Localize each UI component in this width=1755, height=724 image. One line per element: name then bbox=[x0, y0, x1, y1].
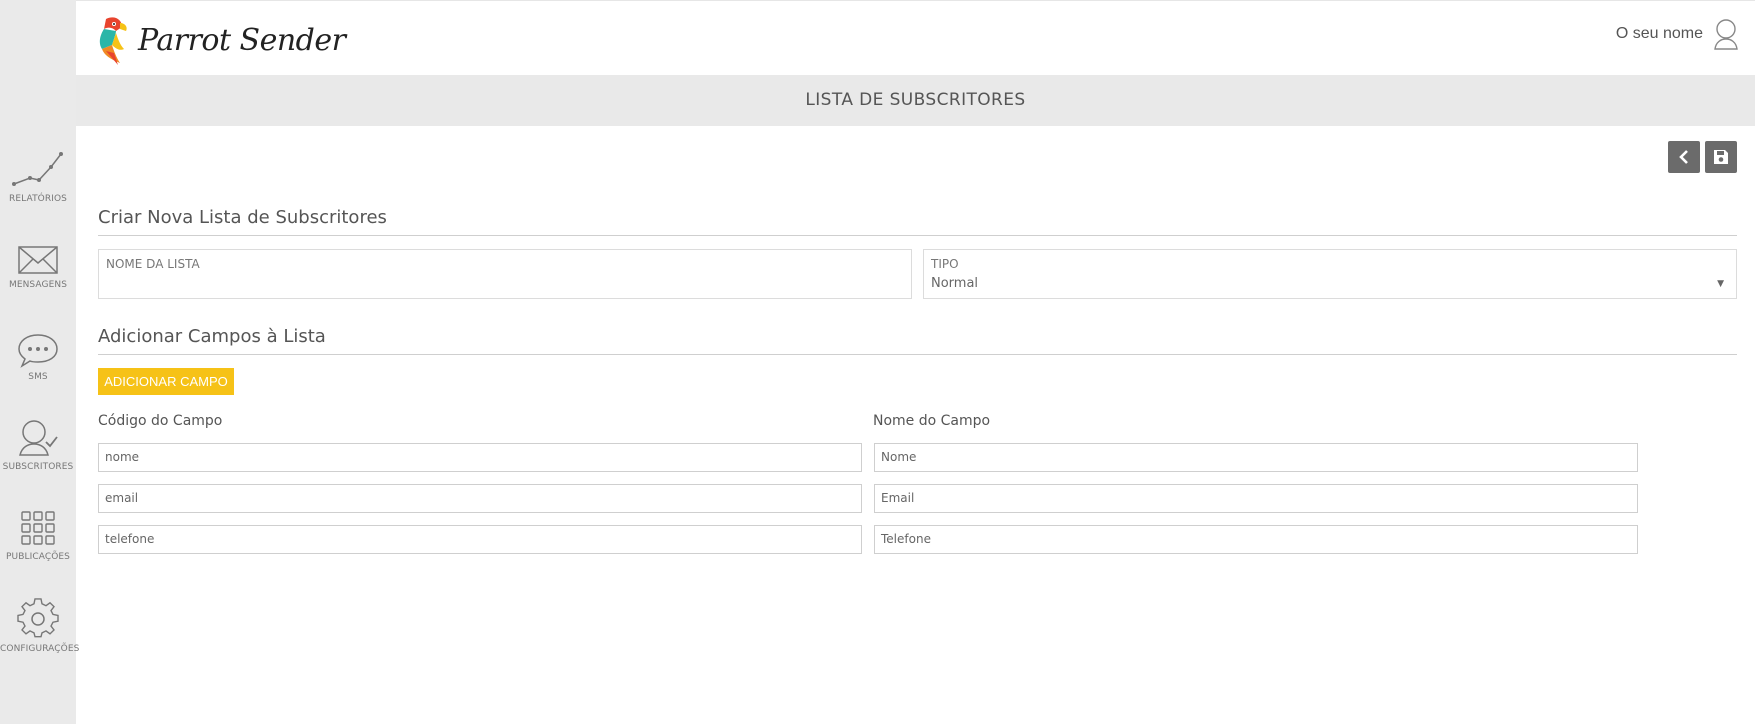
sidebar-item-sms[interactable]: SMS bbox=[0, 332, 76, 382]
sidebar-item-label: SUBSCRITORES bbox=[2, 462, 74, 472]
sidebar-item-mensagens[interactable]: MENSAGENS bbox=[0, 244, 76, 290]
chevron-left-icon bbox=[1679, 150, 1688, 164]
grid-icon bbox=[21, 511, 55, 545]
section-title-create-list: Criar Nova Lista de Subscritores bbox=[98, 207, 1737, 236]
field-code-input[interactable]: email bbox=[98, 484, 862, 513]
sidebar-item-label: PUBLICAÇÕES bbox=[5, 552, 70, 562]
field-name-input[interactable]: Telefone bbox=[874, 525, 1638, 554]
envelope-icon bbox=[18, 246, 58, 274]
back-button[interactable] bbox=[1668, 141, 1700, 173]
user-name: O seu nome bbox=[1615, 25, 1703, 42]
section-title-add-fields: Adicionar Campos à Lista bbox=[98, 326, 1737, 355]
sidebar-item-label: MENSAGENS bbox=[8, 280, 68, 290]
sidebar-item-label: SMS bbox=[28, 372, 48, 382]
list-name-label: NOME DA LISTA bbox=[106, 257, 200, 271]
app-name: Parrot Sender bbox=[138, 22, 346, 58]
field-code-input[interactable]: nome bbox=[98, 443, 862, 472]
sidebar-item-publicacoes[interactable]: PUBLICAÇÕES bbox=[0, 510, 76, 562]
field-name-input[interactable]: Email bbox=[874, 484, 1638, 513]
floppy-disk-icon bbox=[1714, 150, 1728, 164]
speech-bubble-icon bbox=[18, 334, 58, 368]
user-menu[interactable]: O seu nome bbox=[1616, 18, 1739, 50]
add-field-button[interactable]: ADICIONAR CAMPO bbox=[98, 368, 234, 395]
chart-line-icon bbox=[12, 152, 63, 186]
sidebar: RELATÓRIOS MENSAGENS SMS SUBSCRITORES PU… bbox=[0, 0, 80, 724]
save-button[interactable] bbox=[1705, 141, 1737, 173]
parrot-logo-icon bbox=[99, 17, 127, 65]
top-bar: Parrot Sender O seu nome bbox=[76, 0, 1755, 75]
sidebar-item-relatorios[interactable]: RELATÓRIOS bbox=[0, 148, 76, 204]
page-title: LISTA DE SUBSCRITORES bbox=[76, 75, 1755, 126]
type-select[interactable]: TIPO Normal ▼ bbox=[923, 249, 1737, 299]
field-name-input[interactable]: Nome bbox=[874, 443, 1638, 472]
type-label: TIPO bbox=[931, 257, 959, 271]
column-header-name: Nome do Campo bbox=[873, 413, 991, 429]
sidebar-item-label: RELATÓRIOS bbox=[9, 194, 67, 204]
app-logo[interactable]: Parrot Sender bbox=[92, 15, 346, 65]
user-icon bbox=[1714, 19, 1738, 50]
gear-icon bbox=[17, 598, 59, 638]
sidebar-item-label: CONFIGURAÇÕES bbox=[0, 644, 80, 654]
sidebar-item-configuracoes[interactable]: CONFIGURAÇÕES bbox=[0, 598, 80, 654]
sidebar-item-subscritores[interactable]: SUBSCRITORES bbox=[0, 418, 76, 472]
column-header-code: Código do Campo bbox=[98, 413, 223, 429]
field-code-input[interactable]: telefone bbox=[98, 525, 862, 554]
caret-down-icon: ▼ bbox=[1717, 279, 1724, 289]
list-name-field[interactable]: NOME DA LISTA bbox=[98, 249, 912, 299]
subscriber-icon bbox=[19, 420, 58, 456]
type-value: Normal bbox=[931, 276, 979, 291]
